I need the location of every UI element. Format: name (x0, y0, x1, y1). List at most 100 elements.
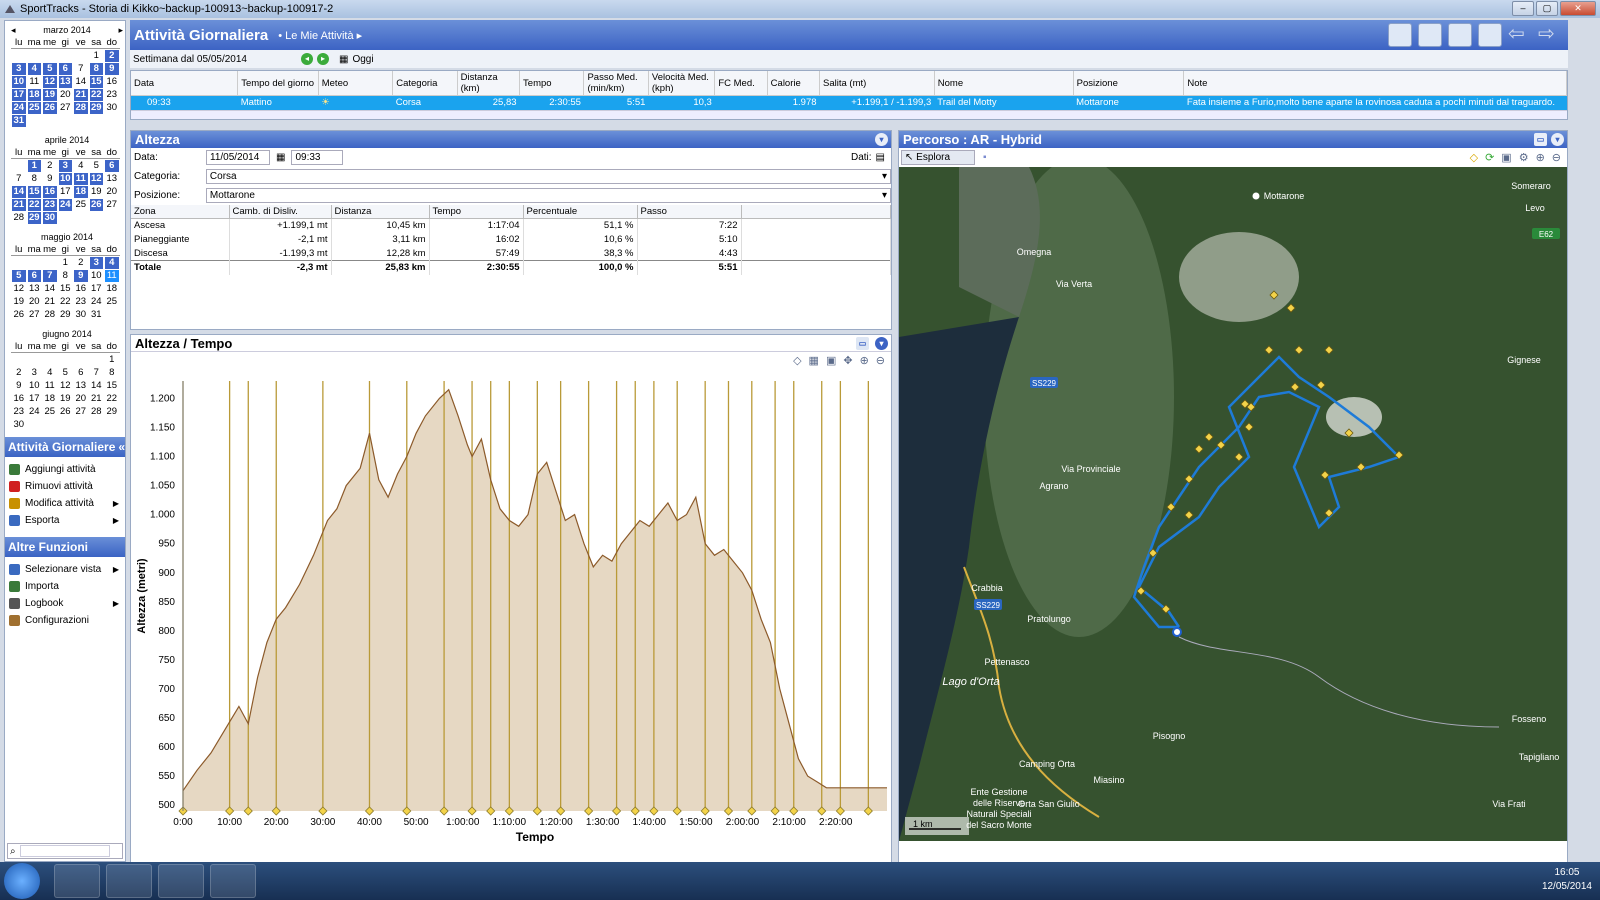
calendar-day[interactable]: 2 (73, 257, 89, 269)
zoom-out-icon[interactable]: ⊖ (1552, 151, 1561, 164)
calendar-day[interactable]: 22 (27, 199, 41, 211)
maximize-button[interactable]: ▢ (1536, 1, 1558, 16)
calendar-day[interactable]: 10 (27, 380, 43, 392)
calendar-day[interactable]: 2 (11, 367, 27, 379)
calendar-day[interactable]: 22 (104, 393, 120, 405)
calendar-day[interactable]: 7 (11, 173, 27, 185)
column-header[interactable]: Percentuale (523, 205, 638, 219)
calendar-day[interactable]: 23 (73, 296, 89, 308)
calendar-day[interactable]: 1 (27, 160, 41, 172)
calendar-day[interactable]: 4 (27, 63, 41, 75)
calendar-day[interactable]: 21 (89, 393, 105, 405)
chrome-app-icon[interactable] (106, 864, 152, 898)
panel-menu-icon[interactable]: ▾ (875, 133, 888, 146)
calendar-day[interactable]: 18 (104, 283, 120, 295)
route-icon[interactable] (1418, 23, 1442, 47)
calendar-day[interactable]: 19 (11, 296, 27, 308)
calendar-day[interactable]: 3 (27, 367, 43, 379)
calendar-day[interactable]: 17 (89, 283, 105, 295)
calendar-day[interactable]: 20 (27, 296, 43, 308)
table-row[interactable]: Ascesa +1.199,1 mt 10,45 km 1:17:04 51,1 % 7:… (131, 218, 891, 233)
calendar-day[interactable]: 8 (58, 270, 74, 282)
zoom-out-icon[interactable]: ⊖ (876, 354, 885, 368)
calendar-day[interactable]: 24 (27, 406, 43, 418)
menu-item[interactable]: Rimuovi attività (5, 478, 125, 495)
calendar-day[interactable]: 5 (89, 160, 105, 172)
outlook-app-icon[interactable] (158, 864, 204, 898)
calendar-day[interactable]: 1 (104, 354, 120, 366)
zoom-in-icon[interactable]: ⊕ (1536, 151, 1545, 164)
calendar-day[interactable]: 9 (105, 63, 119, 75)
calendar-day[interactable]: 12 (11, 283, 27, 295)
menu-item[interactable]: Configurazioni (5, 612, 125, 629)
calendar-day[interactable]: 13 (27, 283, 43, 295)
collapse-icon[interactable]: « (118, 437, 125, 457)
calendar-day[interactable]: 28 (11, 212, 27, 224)
explorer-app-icon[interactable] (54, 864, 100, 898)
activities-section-header[interactable]: Attività Giornaliere « (5, 437, 125, 457)
calendar-day[interactable]: 29 (58, 309, 74, 321)
calendar-day[interactable]: 25 (73, 199, 89, 211)
calendar-day[interactable]: 11 (74, 173, 88, 185)
calendar-day[interactable]: 4 (73, 160, 89, 172)
other-section-header[interactable]: Altre Funzioni (5, 537, 125, 557)
save-icon[interactable]: ▣ (1501, 151, 1511, 164)
calendar-day[interactable]: 23 (104, 89, 120, 101)
column-header[interactable]: Zona (131, 205, 230, 219)
calendar-day[interactable]: 30 (73, 309, 89, 321)
calendar-day[interactable]: 9 (74, 270, 88, 282)
calendar-day[interactable]: 26 (43, 102, 57, 114)
calendar-day[interactable]: 25 (104, 296, 120, 308)
today-button[interactable]: Oggi (352, 54, 373, 65)
calendar-day[interactable]: 21 (12, 199, 26, 211)
column-header[interactable]: Passo (637, 205, 742, 219)
calendar-day[interactable]: 8 (89, 63, 103, 75)
column-header[interactable]: Note (1183, 71, 1567, 96)
calendar-day[interactable]: 16 (11, 393, 27, 405)
calendar-day[interactable]: 22 (58, 296, 74, 308)
chart-grid-icon[interactable]: ▦ (809, 354, 819, 368)
search-input[interactable] (19, 845, 110, 857)
calendar-day[interactable]: 30 (43, 212, 57, 224)
table-row[interactable]: Pianeggiante -2,1 mt 3,11 km 16:02 10,6 % 5:1… (131, 232, 891, 247)
layout-icon[interactable]: ▭ (1534, 133, 1547, 146)
calendar-day[interactable]: 23 (11, 406, 27, 418)
calendar-day[interactable]: 24 (89, 296, 105, 308)
calendar-day[interactable]: 21 (42, 296, 58, 308)
zoom-in-icon[interactable]: ⊕ (860, 354, 869, 368)
gear-icon[interactable]: ⚙ (1519, 151, 1529, 164)
chevron-down-icon[interactable]: ▾ (882, 170, 887, 183)
sporttracks-app-icon[interactable] (210, 864, 256, 898)
marker-icon[interactable]: ◇ (793, 354, 801, 368)
calendar-day[interactable]: 30 (104, 102, 120, 114)
calendar-day[interactable]: 10 (89, 270, 105, 282)
prev-month-icon[interactable]: ◂ (11, 25, 16, 36)
column-header[interactable]: Data (131, 71, 239, 96)
menu-item[interactable]: Importa (5, 578, 125, 595)
calendar-day[interactable]: 8 (104, 367, 120, 379)
menu-item[interactable]: Esporta ▶ (5, 512, 125, 529)
fit-icon[interactable]: ✥ (843, 354, 852, 368)
calendar-day[interactable]: 1 (89, 50, 105, 62)
calendar-icon[interactable]: ▦ (276, 152, 285, 163)
layout-icon[interactable]: ▭ (856, 337, 869, 350)
calendar-day[interactable]: 21 (74, 89, 88, 101)
calendar-day[interactable]: 7 (89, 367, 105, 379)
table-row[interactable]: Discesa -1.199,3 mt 12,28 km 57:49 38,3 % 4:4… (131, 246, 891, 261)
system-clock[interactable]: 16:05 12/05/2014 (1542, 866, 1592, 894)
calendar-day[interactable]: 19 (58, 393, 74, 405)
calendar-day[interactable]: 18 (42, 393, 58, 405)
calendar-day[interactable]: 27 (104, 199, 120, 211)
column-header[interactable]: Salita (mt) (819, 71, 935, 96)
panel-menu-icon[interactable]: ▾ (875, 337, 888, 350)
menu-item[interactable]: Logbook ▶ (5, 595, 125, 612)
breadcrumb[interactable]: • Le Mie Attività ▸ (278, 29, 362, 42)
calendar-day[interactable]: 27 (73, 406, 89, 418)
calendar-day[interactable]: 18 (27, 89, 41, 101)
calendar-day[interactable]: 25 (27, 102, 41, 114)
calendar-day[interactable]: 13 (104, 173, 120, 185)
column-header[interactable]: FC Med. (714, 71, 768, 96)
calendar-day[interactable]: 24 (58, 199, 72, 211)
table-row[interactable]: 09:33 Mattino ☀ Corsa 25,83 2:30:55 5:51 10,3 1.… (131, 95, 1567, 110)
calendar-day[interactable]: 29 (89, 102, 103, 114)
